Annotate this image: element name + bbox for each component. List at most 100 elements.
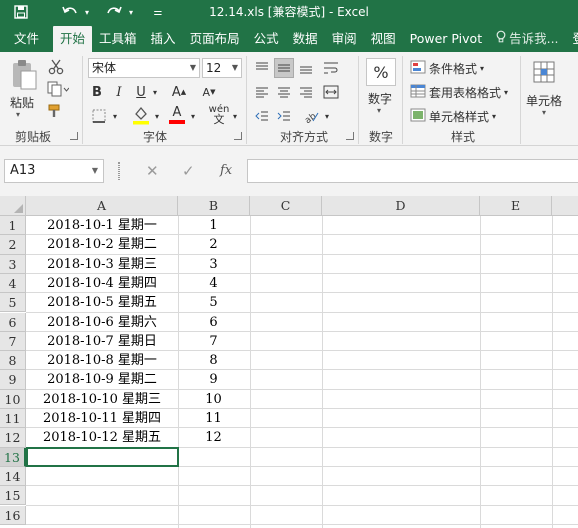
cell-date-weekday[interactable]: 2018-10-11 星期四 xyxy=(27,410,177,429)
row-header[interactable]: 2 xyxy=(0,235,26,255)
insert-function-icon[interactable]: fx xyxy=(220,159,232,183)
italic-icon[interactable]: I xyxy=(110,82,128,102)
cell-number[interactable]: 4 xyxy=(178,275,249,294)
decrease-font-size-icon[interactable]: A ▼ xyxy=(198,82,220,102)
cell-date-weekday[interactable]: 2018-10-5 星期五 xyxy=(27,294,177,313)
column-header-c[interactable]: C xyxy=(250,196,322,216)
font-size-combo[interactable]: 12 ▼ xyxy=(202,58,242,78)
cell-number[interactable]: 1 xyxy=(178,217,249,236)
cells-dropdown-icon[interactable]: ▾ xyxy=(542,108,546,117)
phonetic-guide-icon[interactable]: wén 文 xyxy=(206,104,232,126)
column-header-f[interactable] xyxy=(552,196,578,216)
tab-data[interactable]: 数据 xyxy=(286,26,325,52)
clipboard-launcher-icon[interactable] xyxy=(70,132,78,140)
row-header[interactable]: 12 xyxy=(0,428,26,448)
cell-number[interactable]: 8 xyxy=(178,352,249,371)
row-header[interactable]: 6 xyxy=(0,312,26,332)
cell-number[interactable]: 11 xyxy=(178,410,249,429)
copy-icon[interactable] xyxy=(46,80,70,98)
cells-label[interactable]: 单元格 xyxy=(526,92,562,109)
font-color-icon[interactable]: A xyxy=(166,104,188,126)
paste-dropdown-icon[interactable]: ▾ xyxy=(16,110,20,119)
column-header-d[interactable]: D xyxy=(322,196,480,216)
formula-input[interactable] xyxy=(247,159,578,183)
tab-review[interactable]: 审阅 xyxy=(325,26,364,52)
conditional-formatting-button[interactable]: 条件格式 ▾ xyxy=(410,58,520,78)
cell-date-weekday[interactable]: 2018-10-3 星期三 xyxy=(27,256,177,275)
underline-dropdown-icon[interactable]: ▾ xyxy=(150,84,160,100)
cell-number[interactable]: 5 xyxy=(178,294,249,313)
align-right-icon[interactable] xyxy=(296,82,316,102)
sign-in-link[interactable]: 登 xyxy=(566,26,578,52)
row-header[interactable]: 5 xyxy=(0,293,26,313)
cut-icon[interactable] xyxy=(46,58,66,76)
tab-page-layout[interactable]: 页面布局 xyxy=(183,26,247,52)
tab-file[interactable]: 文件 xyxy=(0,26,53,52)
tell-me-box[interactable]: 告诉我... xyxy=(489,26,565,52)
cell-styles-button[interactable]: 单元格样式 ▾ xyxy=(410,106,520,126)
align-top-icon[interactable] xyxy=(252,58,272,78)
cell-number[interactable]: 3 xyxy=(178,256,249,275)
row-header[interactable]: 9 xyxy=(0,370,26,390)
align-bottom-icon[interactable] xyxy=(296,58,316,78)
cancel-icon[interactable]: ✕ xyxy=(146,159,159,183)
cell-number[interactable]: 2 xyxy=(178,236,249,255)
cell-date-weekday[interactable]: 2018-10-4 星期四 xyxy=(27,275,177,294)
cell-date-weekday[interactable]: 2018-10-10 星期三 xyxy=(27,391,177,410)
tab-power-pivot[interactable]: Power Pivot xyxy=(403,26,489,52)
tab-formulas[interactable]: 公式 xyxy=(247,26,286,52)
row-header[interactable]: 4 xyxy=(0,273,26,294)
cell-date-weekday[interactable]: 2018-10-8 星期一 xyxy=(27,352,177,371)
row-header[interactable]: 15 xyxy=(0,486,26,506)
cell-number[interactable]: 7 xyxy=(178,333,249,352)
wrap-text-icon[interactable] xyxy=(320,58,342,78)
cell-number[interactable]: 12 xyxy=(178,429,249,448)
paste-icon[interactable] xyxy=(8,58,40,92)
font-launcher-icon[interactable] xyxy=(234,132,242,140)
row-header[interactable]: 10 xyxy=(0,389,26,409)
font-color-dropdown-icon[interactable]: ▾ xyxy=(188,108,198,124)
number-dropdown-icon[interactable]: ▾ xyxy=(377,106,381,115)
fill-color-icon[interactable] xyxy=(130,104,152,126)
cell-date-weekday[interactable]: 2018-10-7 星期日 xyxy=(27,333,177,352)
percent-style-icon[interactable]: % xyxy=(366,58,396,86)
name-box[interactable]: A13 ▼ xyxy=(4,159,104,183)
cells-icon[interactable] xyxy=(530,58,558,86)
orientation-icon[interactable]: ab xyxy=(300,106,322,126)
increase-font-size-icon[interactable]: A ▲ xyxy=(168,82,190,102)
fill-color-dropdown-icon[interactable]: ▾ xyxy=(152,108,162,124)
worksheet-grid[interactable]: A B C D E 1 2018-10-1 星期一 1 2 2018-10-2 星期二 2… xyxy=(0,196,578,528)
select-all-button[interactable] xyxy=(0,196,26,216)
tab-view[interactable]: 视图 xyxy=(364,26,403,52)
row-header[interactable]: 8 xyxy=(0,351,26,371)
merge-center-icon[interactable] xyxy=(320,82,342,102)
borders-icon[interactable] xyxy=(88,106,110,126)
borders-dropdown-icon[interactable]: ▾ xyxy=(110,108,120,124)
underline-icon[interactable]: U xyxy=(132,82,150,102)
row-header[interactable]: 1 xyxy=(0,216,26,236)
row-header[interactable]: 13 xyxy=(0,447,26,467)
row-header[interactable]: 7 xyxy=(0,331,26,352)
column-header-e[interactable]: E xyxy=(480,196,552,216)
cell-date-weekday[interactable]: 2018-10-9 星期二 xyxy=(27,371,177,390)
format-painter-icon[interactable] xyxy=(46,102,66,120)
align-middle-icon[interactable] xyxy=(274,58,294,78)
tab-toolbox[interactable]: 工具箱 xyxy=(92,26,144,52)
align-center-icon[interactable] xyxy=(274,82,294,102)
tab-home[interactable]: 开始 xyxy=(53,26,93,52)
phonetic-dropdown-icon[interactable]: ▾ xyxy=(230,108,240,124)
alignment-launcher-icon[interactable] xyxy=(346,132,354,140)
active-cell-indicator[interactable] xyxy=(26,446,179,467)
increase-indent-icon[interactable] xyxy=(274,106,294,126)
format-as-table-button[interactable]: 套用表格格式 ▾ xyxy=(410,82,530,102)
align-left-icon[interactable] xyxy=(252,82,272,102)
cell-date-weekday[interactable]: 2018-10-2 星期二 xyxy=(27,236,177,255)
cell-date-weekday[interactable]: 2018-10-6 星期六 xyxy=(27,314,177,333)
number-format-label[interactable]: 数字 xyxy=(368,90,392,107)
cell-number[interactable]: 10 xyxy=(178,391,249,410)
paste-label[interactable]: 粘贴 xyxy=(10,94,34,111)
row-header[interactable]: 11 xyxy=(0,409,26,429)
row-header[interactable]: 16 xyxy=(0,505,26,525)
decrease-indent-icon[interactable] xyxy=(252,106,272,126)
formula-bar-grip[interactable] xyxy=(118,162,120,180)
